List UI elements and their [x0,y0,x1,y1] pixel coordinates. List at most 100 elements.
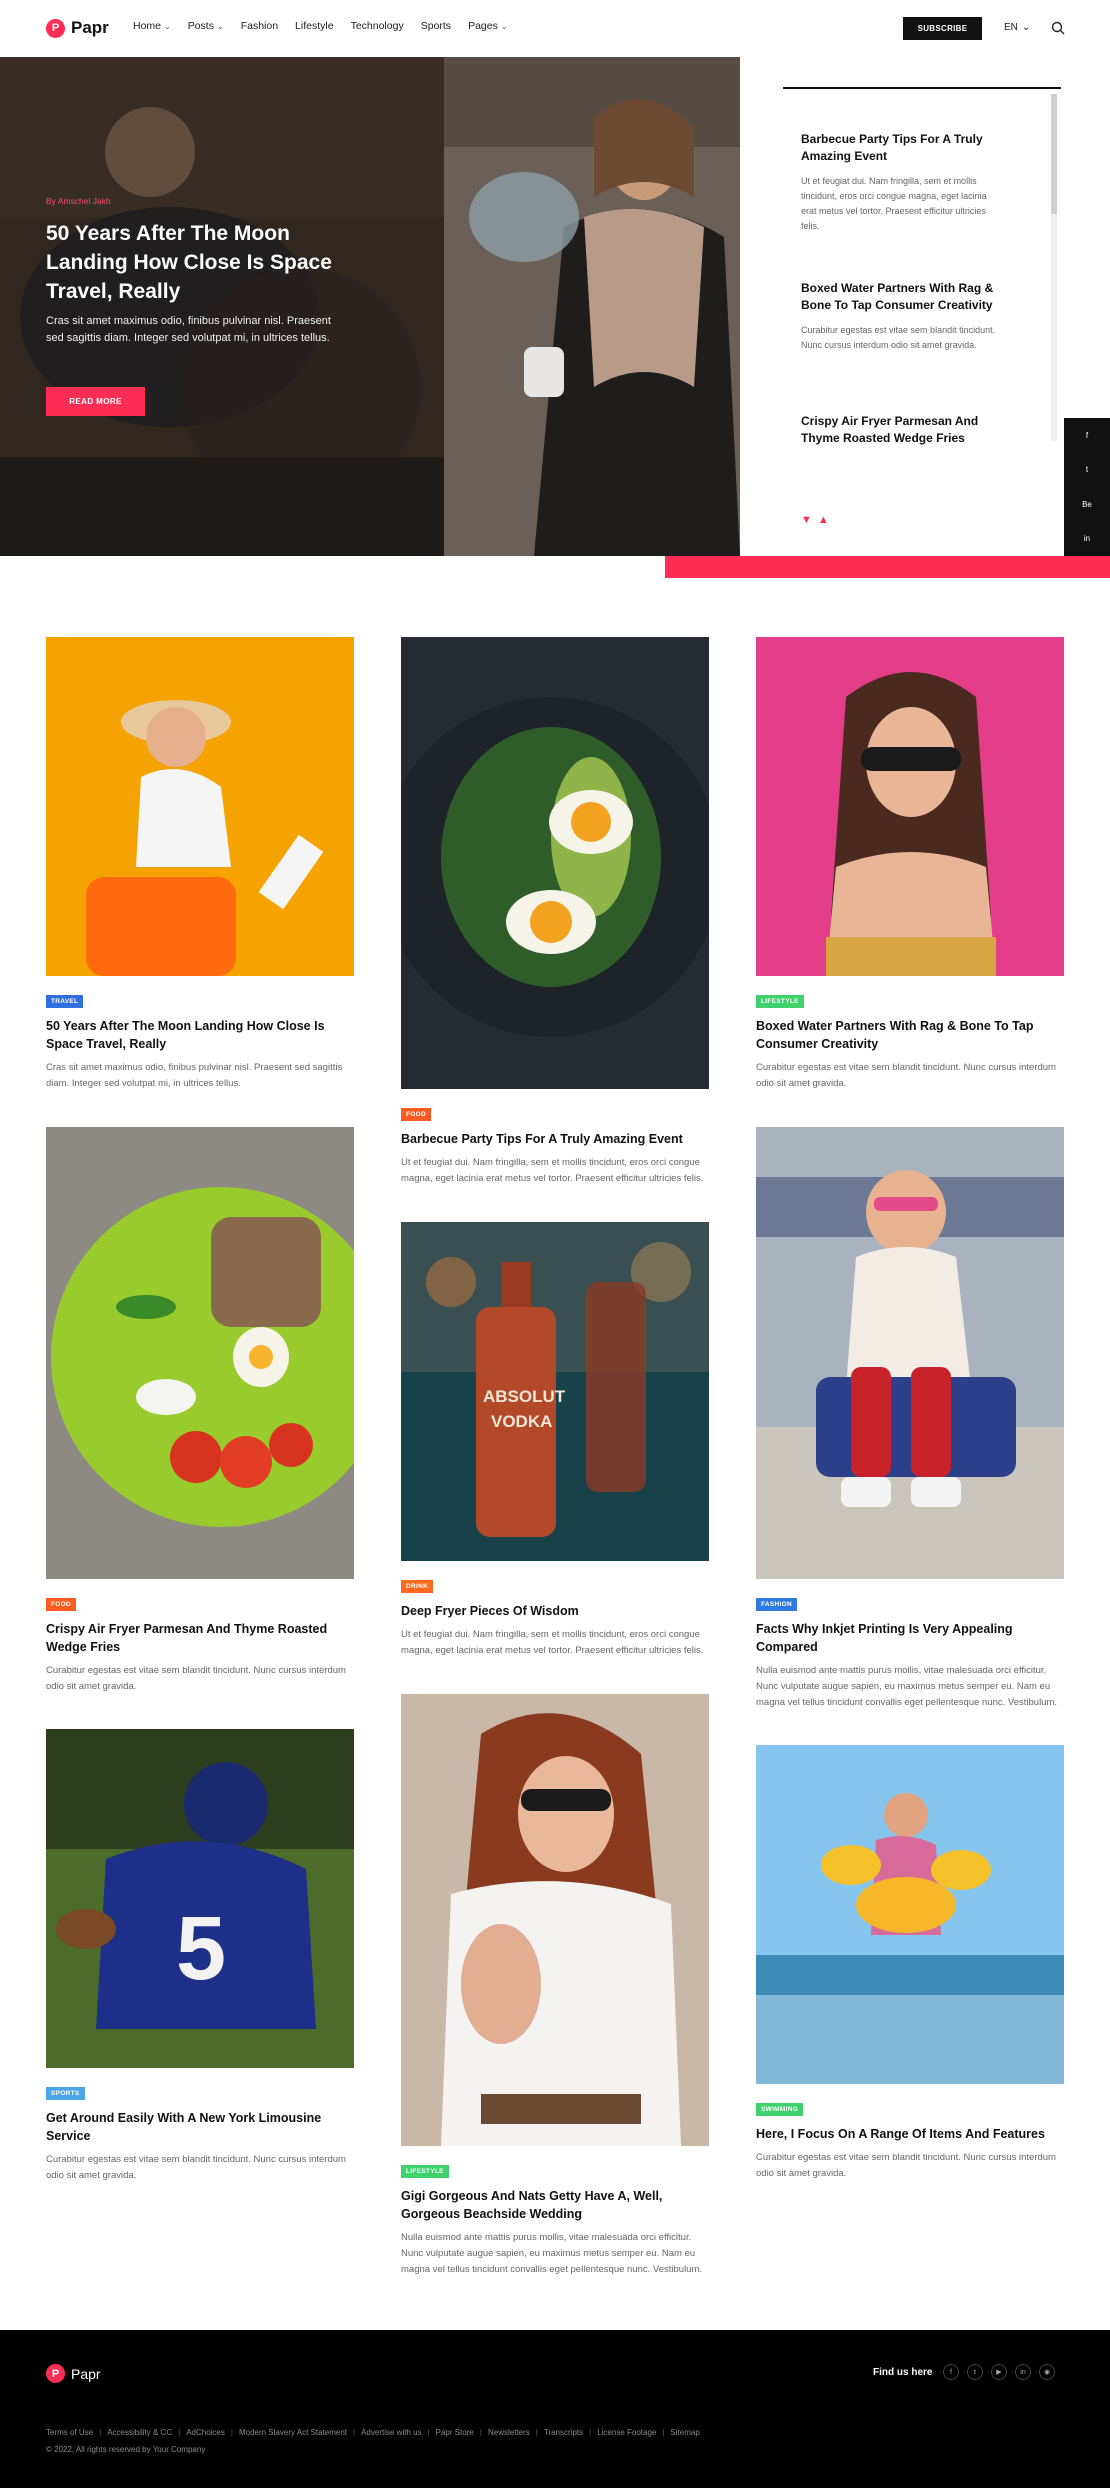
subscribe-button[interactable]: SUBSCRIBE [903,17,982,40]
side-post-list: Barbecue Party Tips For A Truly Amazing … [740,57,1064,556]
post-image[interactable] [46,1127,354,1579]
social-rail: f t Be in [1064,418,1110,556]
post-title[interactable]: Facts Why Inkjet Printing Is Very Appeal… [756,1620,1064,1656]
post-card[interactable]: ABSOLUT VODKA DRINK Deep Fryer Pieces Of… [401,1222,709,1659]
nav-pages[interactable]: Pages ⌄ [468,20,507,32]
post-title[interactable]: Crispy Air Fryer Parmesan And Thyme Roas… [46,1620,354,1656]
side-post[interactable]: Crispy Air Fryer Parmesan And Thyme Roas… [801,413,1001,447]
footer-link[interactable]: Papr Store [436,2428,474,2437]
post-title[interactable]: 50 Years After The Moon Landing How Clos… [46,1017,354,1053]
category-badge[interactable]: SPORTS [46,2087,85,2100]
post-title[interactable]: Here, I Focus On A Range Of Items And Fe… [756,2125,1064,2143]
nav-fashion[interactable]: Fashion [241,20,278,32]
footer-link[interactable]: Advertise with us [361,2428,421,2437]
footer-link[interactable]: Newsletters [488,2428,530,2437]
read-more-button[interactable]: READ MORE [46,387,145,416]
footer-link[interactable]: AdChoices [186,2428,225,2437]
photo-girl-beach [756,1745,1064,2084]
side-scrollbar[interactable] [1051,94,1057,441]
twitter-icon[interactable]: t [967,2364,983,2380]
site-logo[interactable]: P Papr [46,18,109,38]
hero-title[interactable]: 50 Years After The Moon Landing How Clos… [46,219,346,306]
footer-link[interactable]: Modern Slavery Act Statement [239,2428,347,2437]
post-card[interactable]: LIFESTYLE Gigi Gorgeous And Nats Getty H… [401,1694,709,2278]
category-badge[interactable]: LIFESTYLE [401,2165,449,2178]
post-excerpt: Curabitur egestas est vitae sem blandit … [756,2152,1056,2179]
divider: | [99,2428,102,2437]
post-image[interactable] [401,1694,709,2146]
category-badge[interactable]: LIFESTYLE [756,995,804,1008]
arrow-down-icon[interactable]: ▼ [801,514,812,526]
footer-link[interactable]: Terms of Use [46,2428,93,2437]
post-title[interactable]: Gigi Gorgeous And Nats Getty Have A, Wel… [401,2187,709,2223]
post-card[interactable]: 5 SPORTS Get Around Easily With A New Yo… [46,1729,354,2184]
post-image[interactable] [756,1127,1064,1579]
post-title[interactable]: Boxed Water Partners With Rag & Bone To … [756,1017,1064,1053]
find-us-label: Find us here [873,2367,933,2378]
post-card[interactable]: TRAVEL 50 Years After The Moon Landing H… [46,637,354,1092]
chevron-down-icon: ⌄ [1021,22,1031,33]
post-title[interactable]: Get Around Easily With A New York Limous… [46,2109,354,2145]
nav-posts[interactable]: Posts ⌄ [188,20,224,32]
post-excerpt: Nulla euismod ante mattis purus mollis, … [756,1665,1058,1708]
search-icon[interactable] [1051,21,1065,35]
post-card[interactable]: LIFESTYLE Boxed Water Partners With Rag … [756,637,1064,1092]
twitter-icon[interactable]: t [1064,453,1110,488]
post-image[interactable] [46,637,354,976]
instagram-icon[interactable]: ◉ [1039,2364,1055,2380]
hero-excerpt: Cras sit amet maximus odio, finibus pulv… [46,315,331,344]
footer-link[interactable]: Sitemap [670,2428,699,2437]
side-post-title[interactable]: Boxed Water Partners With Rag & Bone To … [801,280,1001,314]
footer-links: Terms of Use | Accessibility & CC | AdChoi… [46,2428,700,2437]
side-post[interactable]: Boxed Water Partners With Rag & Bone To … [801,280,1001,353]
post-title[interactable]: Deep Fryer Pieces Of Wisdom [401,1602,709,1620]
footer-link[interactable]: Accessibility & CC [107,2428,172,2437]
category-badge[interactable]: FASHION [756,1598,797,1611]
category-badge[interactable]: TRAVEL [46,995,84,1008]
category-badge[interactable]: FOOD [46,1598,76,1611]
scrollbar-thumb[interactable] [1051,94,1057,214]
chevron-down-icon: ⌄ [216,21,224,31]
language-selector[interactable]: EN ⌄ [1004,22,1030,33]
post-excerpt: Cras sit amet maximus odio, finibus pulv… [46,1062,343,1089]
side-post[interactable]: Barbecue Party Tips For A Truly Amazing … [801,131,1001,234]
linkedin-icon[interactable]: in [1064,522,1110,557]
footer-link[interactable]: License Footage [597,2428,656,2437]
side-post-title[interactable]: Barbecue Party Tips For A Truly Amazing … [801,131,1001,165]
post-image[interactable] [756,637,1064,976]
post-image[interactable]: ABSOLUT VODKA [401,1222,709,1561]
svg-text:ABSOLUT: ABSOLUT [483,1387,566,1406]
youtube-icon[interactable]: ▶ [991,2364,1007,2380]
photo-woman-pink-wall [756,637,1064,976]
post-title[interactable]: Barbecue Party Tips For A Truly Amazing … [401,1130,709,1148]
facebook-icon[interactable]: f [943,2364,959,2380]
post-card[interactable]: FASHION Facts Why Inkjet Printing Is Ver… [756,1127,1064,1711]
facebook-icon[interactable]: f [1064,418,1110,453]
category-badge[interactable]: SWIMMING [756,2103,804,2116]
hero-overlay [0,57,444,556]
footer-link[interactable]: Transcripts [544,2428,583,2437]
category-badge[interactable]: FOOD [401,1108,431,1121]
nav-lifestyle[interactable]: Lifestyle [295,20,334,32]
post-card[interactable]: FOOD Crispy Air Fryer Parmesan And Thyme… [46,1127,354,1695]
nav-sports-label: Sports [420,20,452,32]
side-post-title[interactable]: Crispy Air Fryer Parmesan And Thyme Roas… [801,413,1001,447]
linkedin-icon[interactable]: in [1015,2364,1031,2380]
nav-technology-label: Technology [350,20,404,32]
post-card[interactable]: SWIMMING Here, I Focus On A Range Of Ite… [756,1745,1064,2182]
hero-author[interactable]: By Amschel Jakh [46,196,111,206]
divider [783,87,1061,89]
nav-sports[interactable]: Sports [421,20,451,32]
post-image[interactable] [401,637,709,1089]
post-image[interactable]: 5 [46,1729,354,2068]
post-image[interactable] [756,1745,1064,2084]
category-badge[interactable]: DRINK [401,1580,434,1593]
arrow-up-icon[interactable]: ▲ [818,514,829,526]
behance-icon[interactable]: Be [1064,487,1110,522]
post-excerpt: Nulla euismod ante mattis purus mollis, … [401,2232,703,2275]
hero-photo-woman [444,57,740,556]
footer-logo[interactable]: P Papr [46,2364,101,2383]
post-card[interactable]: FOOD Barbecue Party Tips For A Truly Ama… [401,637,709,1187]
nav-technology[interactable]: Technology [351,20,404,32]
nav-home[interactable]: Home ⌄ [133,20,171,32]
